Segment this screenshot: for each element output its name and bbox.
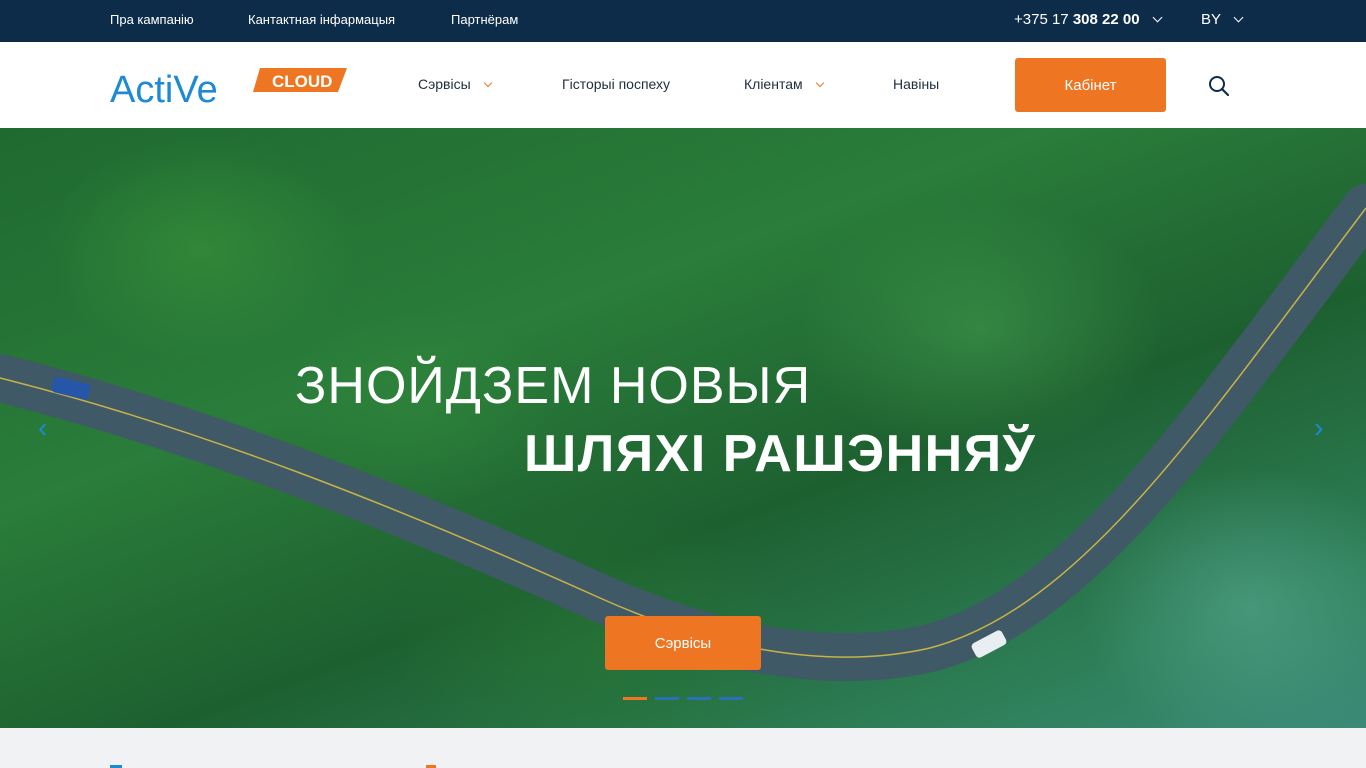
features-section [0,728,1366,768]
logo-text: ActiVe [110,69,218,108]
phone-number: 308 22 00 [1072,11,1140,28]
chevron-down-icon [815,78,824,88]
hero-subtitle: ШЛЯХІ РАШЭННЯЎ [524,425,1037,483]
topbar-link-about[interactable]: Пра кампанію [110,12,194,27]
nav-success-stories[interactable]: Гісторыі поспеху [562,76,670,92]
main-header: ActiVe CLOUD Сэрвісы Гісторыі поспеху Кл… [0,42,1366,128]
slider-dot[interactable] [719,697,743,700]
nav-services[interactable]: Сэрвісы [418,76,492,92]
phone-selector[interactable]: +375 17 308 22 00 [1014,11,1163,28]
slider-dot[interactable] [687,697,711,700]
hero-services-button[interactable]: Сэрвісы [605,616,761,670]
slider-prev-arrow-icon[interactable]: ‹ [38,412,47,444]
nav-success-label: Гісторыі поспеху [562,76,671,92]
slider-pagination [623,697,743,700]
topbar-link-partners[interactable]: Партнёрам [451,12,518,27]
slider-next-arrow-icon[interactable]: › [1314,412,1323,444]
phone-prefix: +375 17 [1014,11,1069,28]
chevron-down-icon [1152,12,1163,23]
chevron-down-icon [483,78,492,88]
nav-news[interactable]: Навіны [893,76,939,92]
logo[interactable]: ActiVe CLOUD [110,66,350,108]
hero-title: ЗНОЙДЗЕМ НОВЫЯ [295,357,812,415]
nav-clients[interactable]: Кліентам [744,76,824,92]
topbar-link-contacts[interactable]: Кантактная інфармацыя [248,12,395,27]
nav-clients-label: Кліентам [744,76,803,92]
top-bar: Пра кампанію Кантактная інфармацыя Партн… [0,0,1366,42]
nav-news-label: Навіны [893,76,940,92]
cabinet-button[interactable]: Кабінет [1015,58,1166,112]
nav-services-label: Сэрвісы [418,76,471,92]
language-selector[interactable]: BY [1201,11,1244,28]
chevron-down-icon [1233,12,1244,23]
slider-dot[interactable] [623,697,647,700]
slider-dot[interactable] [655,697,679,700]
language-label: BY [1201,11,1221,28]
search-icon[interactable] [1207,74,1231,98]
hero-slider: ЗНОЙДЗЕМ НОВЫЯ ШЛЯХІ РАШЭННЯЎ Сэрвісы ‹ … [0,128,1366,728]
logo-badge-text: CLOUD [272,72,332,91]
